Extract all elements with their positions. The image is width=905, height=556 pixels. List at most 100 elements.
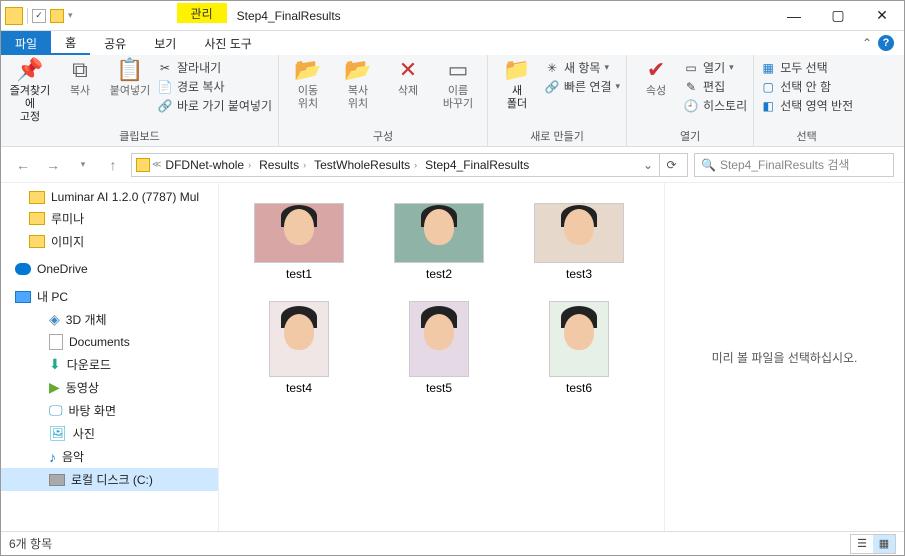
preview-pane: 미리 볼 파일을 선택하십시오. xyxy=(664,183,904,531)
invert-selection-button[interactable]: ◧선택 영역 반전 xyxy=(760,97,853,114)
navigation-pane[interactable]: Luminar AI 1.2.0 (7787) Mul루미나이미지 OneDriv… xyxy=(1,183,219,531)
breadcrumb-item[interactable]: DFDNet-whole› xyxy=(161,158,255,172)
edit-button[interactable]: ✎편집 xyxy=(683,78,747,95)
easy-access-button[interactable]: 🔗빠른 연결 ▾ xyxy=(544,78,620,95)
properties-icon: ✔ xyxy=(647,57,665,83)
tab-share[interactable]: 공유 xyxy=(90,31,140,55)
file-item[interactable]: test5 xyxy=(379,301,499,395)
file-name: test2 xyxy=(426,267,452,281)
group-label: 새로 만들기 xyxy=(494,126,620,146)
sidebar-item[interactable]: 로컬 디스크 (C:) xyxy=(1,468,218,491)
ribbon-group-open: ✔속성 ▭열기 ▾ ✎편집 🕘히스토리 열기 xyxy=(627,55,754,146)
sidebar-item[interactable]: ⬇다운로드 xyxy=(1,353,218,376)
move-to-button[interactable]: 📂이동 위치 xyxy=(285,57,331,111)
item-count: 6개 항목 xyxy=(9,535,52,552)
open-icon: ▭ xyxy=(683,61,699,75)
help-icon[interactable]: ? xyxy=(878,35,894,51)
select-all-button[interactable]: ▦모두 선택 xyxy=(760,59,853,76)
file-item[interactable]: test1 xyxy=(239,203,359,281)
maximize-button[interactable]: ▢ xyxy=(816,1,860,30)
refresh-button[interactable]: ⟳ xyxy=(659,153,683,177)
history-icon: 🕘 xyxy=(683,99,699,113)
cut-button[interactable]: ✂잘라내기 xyxy=(157,59,272,76)
file-item[interactable]: test2 xyxy=(379,203,499,281)
breadcrumb-item[interactable]: Step4_FinalResults xyxy=(421,158,533,172)
tab-view[interactable]: 보기 xyxy=(140,31,190,55)
properties-button[interactable]: ✔속성 xyxy=(633,57,679,98)
delete-button[interactable]: ✕삭제 xyxy=(385,57,431,98)
forward-button[interactable]: → xyxy=(41,153,65,177)
breadcrumb-item[interactable]: Results› xyxy=(255,158,310,172)
pin-icon: 📌 xyxy=(16,57,43,83)
status-bar: 6개 항목 ☰ ▦ xyxy=(1,531,904,555)
sidebar-item[interactable]: 🖼사진 xyxy=(1,422,218,445)
file-item[interactable]: test4 xyxy=(239,301,359,395)
history-button[interactable]: 🕘히스토리 xyxy=(683,97,747,114)
folder-icon xyxy=(5,7,23,25)
new-folder-icon: 📁 xyxy=(503,57,530,83)
thumbnail xyxy=(549,301,609,377)
sidebar-item[interactable]: 루미나 xyxy=(1,207,218,230)
sidebar-item[interactable]: 내 PC xyxy=(1,285,218,308)
sidebar-item[interactable]: Luminar AI 1.2.0 (7787) Mul xyxy=(1,187,218,207)
file-name: test6 xyxy=(566,381,592,395)
sidebar-item[interactable]: 이미지 xyxy=(1,230,218,253)
sidebar-item[interactable]: ♪음악 xyxy=(1,445,218,468)
new-item-button[interactable]: ✳새 항목 ▾ xyxy=(544,59,620,76)
paste-shortcut-button[interactable]: 🔗바로 가기 붙여넣기 xyxy=(157,97,272,114)
qat-properties-button[interactable]: ✓ xyxy=(32,9,46,23)
search-icon: 🔍 xyxy=(701,158,716,172)
separator xyxy=(27,8,28,24)
open-button[interactable]: ▭열기 ▾ xyxy=(683,59,747,76)
copy-path-button[interactable]: 📄경로 복사 xyxy=(157,78,272,95)
icons-view-button[interactable]: ▦ xyxy=(873,535,895,553)
chevron-icon: ≪ xyxy=(152,159,161,170)
contextual-tab[interactable]: 관리 xyxy=(177,3,227,23)
address-dropdown[interactable]: ⌄ xyxy=(637,158,659,172)
window-controls: — ▢ ✕ xyxy=(772,1,904,30)
main-area: Luminar AI 1.2.0 (7787) Mul루미나이미지 OneDriv… xyxy=(1,183,904,531)
sidebar-item[interactable]: Documents xyxy=(1,331,218,353)
tab-file[interactable]: 파일 xyxy=(1,31,51,55)
sidebar-item[interactable]: ◈3D 개체 xyxy=(1,308,218,331)
path-icon: 📄 xyxy=(157,80,173,94)
details-view-button[interactable]: ☰ xyxy=(851,535,873,553)
new-folder-button[interactable]: 📁새 폴더 xyxy=(494,57,540,111)
ribbon-collapse-icon[interactable]: ⌃ xyxy=(862,36,872,50)
file-item[interactable]: test3 xyxy=(519,203,639,281)
ribbon-group-new: 📁새 폴더 ✳새 항목 ▾ 🔗빠른 연결 ▾ 새로 만들기 xyxy=(488,55,627,146)
ribbon-group-clipboard: 📌 즐겨찾기에 고정 ⧉ 복사 📋 붙여넣기 ✂잘라내기 📄경로 복사 🔗바로 … xyxy=(1,55,279,146)
new-item-icon: ✳ xyxy=(544,61,560,75)
qat-dropdown[interactable]: ▾ xyxy=(68,10,73,21)
navigation-bar: ← → ▾ ↑ ≪ DFDNet-whole› Results› TestWho… xyxy=(1,147,904,183)
paste-button[interactable]: 📋 붙여넣기 xyxy=(107,57,153,98)
file-view[interactable]: test1 test2 test3 test4test5 test6 xyxy=(219,183,664,531)
tab-picture-tools[interactable]: 사진 도구 xyxy=(190,31,266,55)
tab-home[interactable]: 홈 xyxy=(51,31,90,55)
ribbon-group-organize: 📂이동 위치 📂복사 위치 ✕삭제 ▭이름 바꾸기 구성 xyxy=(279,55,488,146)
group-label: 열기 xyxy=(633,126,747,146)
copy-button[interactable]: ⧉ 복사 xyxy=(57,57,103,98)
breadcrumb-item[interactable]: TestWholeResults› xyxy=(310,158,421,172)
file-name: test1 xyxy=(286,267,312,281)
copy-to-button[interactable]: 📂복사 위치 xyxy=(335,57,381,111)
back-button[interactable]: ← xyxy=(11,153,35,177)
ribbon-group-select: ▦모두 선택 ▢선택 안 함 ◧선택 영역 반전 선택 xyxy=(754,55,859,146)
easy-access-icon: 🔗 xyxy=(544,80,560,94)
minimize-button[interactable]: — xyxy=(772,1,816,30)
search-input[interactable]: 🔍 Step4_FinalResults 검색 xyxy=(694,153,894,177)
address-bar[interactable]: ≪ DFDNet-whole› Results› TestWholeResult… xyxy=(131,153,688,177)
rename-icon: ▭ xyxy=(448,57,469,83)
sidebar-item[interactable]: 🖵바탕 화면 xyxy=(1,399,218,422)
recent-dropdown[interactable]: ▾ xyxy=(71,153,95,177)
content-area: test1 test2 test3 test4test5 test6 미리 볼 파일을 … xyxy=(219,183,904,531)
preview-empty-text: 미리 볼 파일을 선택하십시오. xyxy=(712,349,858,366)
select-none-button[interactable]: ▢선택 안 함 xyxy=(760,78,853,95)
sidebar-item[interactable]: OneDrive xyxy=(1,259,218,279)
rename-button[interactable]: ▭이름 바꾸기 xyxy=(435,57,481,111)
close-button[interactable]: ✕ xyxy=(860,1,904,30)
up-button[interactable]: ↑ xyxy=(101,153,125,177)
file-item[interactable]: test6 xyxy=(519,301,639,395)
pin-to-quick-access-button[interactable]: 📌 즐겨찾기에 고정 xyxy=(7,57,53,125)
sidebar-item[interactable]: ▶동영상 xyxy=(1,376,218,399)
